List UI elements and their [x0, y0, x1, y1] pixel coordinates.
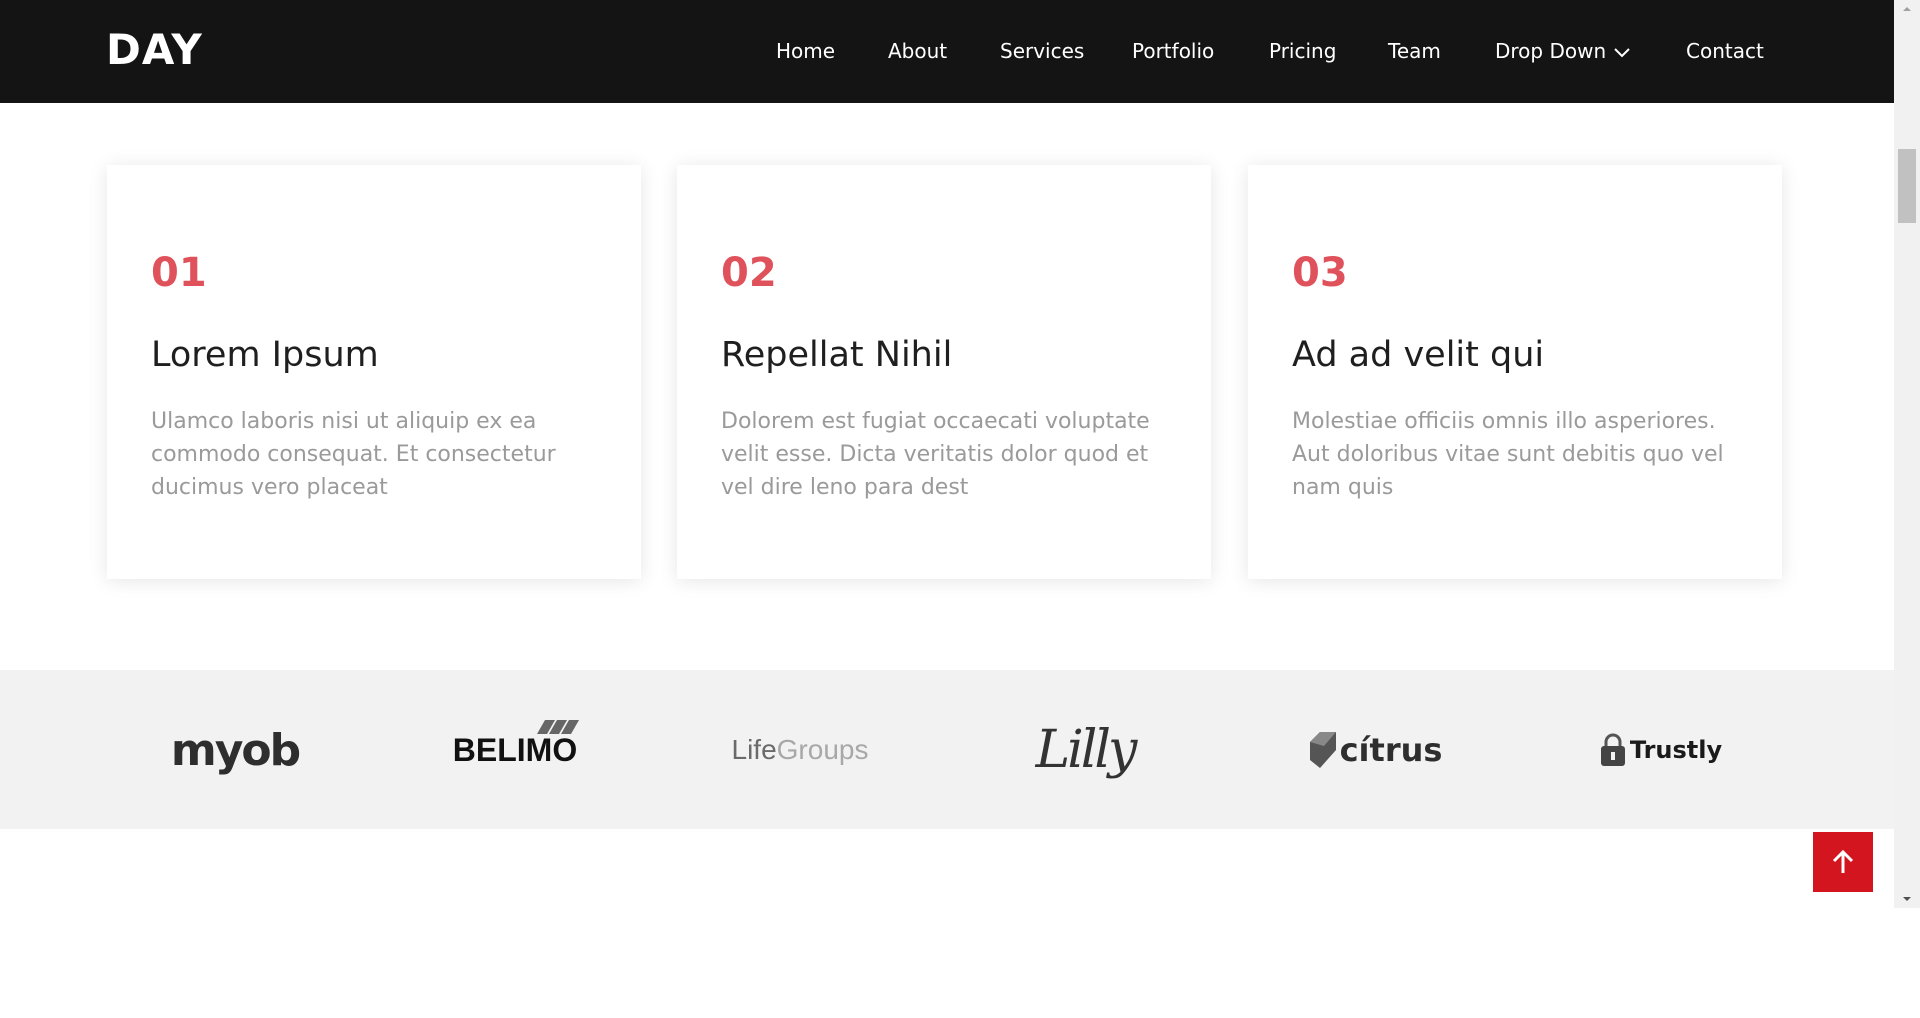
- nav-pricing[interactable]: Pricing: [1269, 37, 1336, 65]
- feature-number: 03: [1292, 250, 1348, 296]
- main-nav: Home About Services Portfolio Pricing Te…: [0, 0, 1894, 103]
- scrollbar-blank-area: [1894, 908, 1920, 1018]
- site-header: DAY Home About Services Portfolio Pricin…: [0, 0, 1894, 103]
- feature-title: Ad ad velit qui: [1292, 335, 1545, 375]
- feature-title: Repellat Nihil: [721, 335, 953, 375]
- client-logo-text: myob: [170, 724, 301, 776]
- scroll-up-button[interactable]: [1894, 0, 1920, 18]
- arrow-up-icon: [1832, 849, 1854, 873]
- client-logo-text: Trustly: [1629, 736, 1723, 764]
- nav-home[interactable]: Home: [776, 37, 835, 65]
- nav-dropdown[interactable]: Drop Down: [1495, 37, 1630, 65]
- client-logo-text-life: Life: [731, 734, 777, 765]
- feature-title: Lorem Ipsum: [151, 335, 379, 375]
- feature-card-3: 03 Ad ad velit qui Molestiae officiis om…: [1248, 165, 1782, 579]
- client-logo-text: BELIMO: [452, 731, 578, 768]
- citrus-mark-icon: [1309, 732, 1336, 768]
- feature-text: Molestiae officiis omnis illo asperiores…: [1292, 409, 1724, 500]
- nav-contact[interactable]: Contact: [1686, 37, 1764, 65]
- nav-portfolio[interactable]: Portfolio: [1132, 37, 1214, 65]
- client-logo-lilly: Lilly: [1010, 710, 1160, 790]
- nav-about[interactable]: About: [888, 37, 947, 65]
- chevron-down-icon: [1614, 37, 1630, 65]
- scroll-thumb[interactable]: [1898, 149, 1916, 223]
- belimo-stripes-icon: [536, 719, 579, 734]
- feature-text: Ulamco laboris nisi ut aliquip ex ea com…: [151, 409, 556, 500]
- client-logo-text-groups: Groups: [776, 734, 869, 765]
- back-to-top-button[interactable]: [1813, 832, 1873, 892]
- nav-dropdown-label: Drop Down: [1495, 39, 1607, 63]
- client-logo-myob: myob: [160, 710, 310, 790]
- client-logo-text: Lilly: [1035, 720, 1138, 780]
- page-scrollbar[interactable]: [1894, 0, 1920, 1018]
- scroll-down-button[interactable]: [1894, 890, 1920, 908]
- feature-card-2: 02 Repellat Nihil Dolorem est fugiat occ…: [677, 165, 1211, 579]
- feature-card-1: 01 Lorem Ipsum Ulamco laboris nisi ut al…: [107, 165, 641, 579]
- client-logo-citrus: cítrus: [1300, 710, 1450, 790]
- client-logo-trustly: Trustly: [1590, 710, 1730, 790]
- feature-number: 01: [151, 250, 207, 296]
- belimo-logo-mark: BELIMO: [452, 719, 579, 769]
- client-logo-lifegroups: Life Groups: [720, 710, 880, 790]
- nav-services[interactable]: Services: [1000, 37, 1084, 65]
- nav-team[interactable]: Team: [1388, 37, 1441, 65]
- feature-number: 02: [721, 250, 777, 296]
- clients-strip: myob BELIMO Life Groups Lilly cítrus Trus…: [0, 670, 1894, 829]
- client-logo-belimo: BELIMO: [440, 710, 590, 790]
- lock-icon: [1600, 733, 1625, 766]
- feature-text: Dolorem est fugiat occaecati voluptate v…: [721, 409, 1150, 500]
- client-logo-text: cítrus: [1339, 731, 1443, 769]
